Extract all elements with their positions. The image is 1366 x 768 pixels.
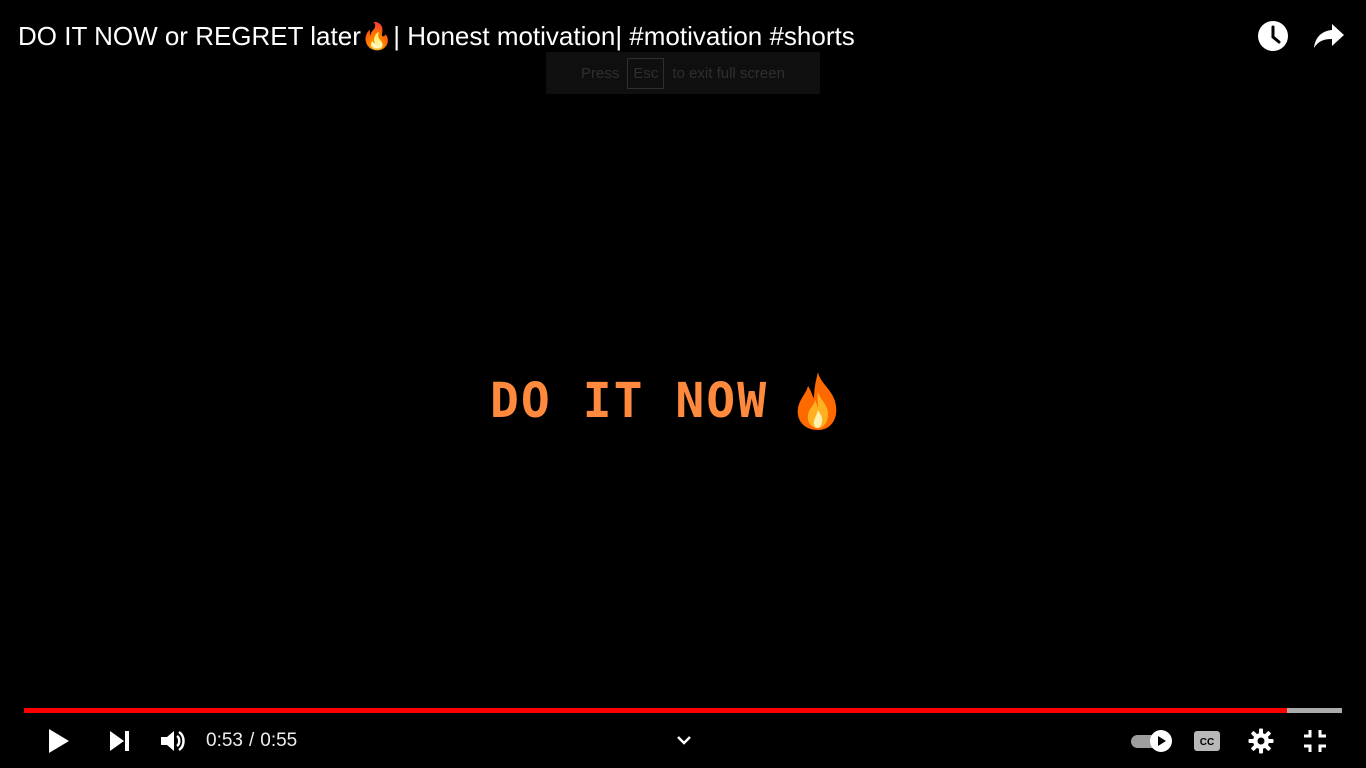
fullscreen-hint: Press Esc to exit full screen — [546, 52, 820, 94]
clock-icon — [1258, 21, 1288, 51]
video-caption: DO IT NOW — [490, 370, 846, 432]
video-player[interactable]: DO IT NOW DO IT NOW or REGRET later🔥| Ho… — [0, 0, 1366, 768]
autoplay-toggle-icon — [1131, 730, 1172, 752]
next-button[interactable] — [104, 718, 136, 764]
chevron-down-icon — [677, 736, 691, 745]
share-button[interactable] — [1312, 18, 1346, 54]
current-time: 0:53 — [206, 730, 243, 751]
fullscreen-hint-suffix: to exit full screen — [672, 64, 785, 82]
settings-button[interactable] — [1244, 718, 1278, 764]
gear-icon — [1248, 728, 1274, 754]
progress-bar[interactable] — [24, 708, 1342, 713]
fullscreen-hint-prefix: Press — [581, 64, 620, 82]
play-icon — [49, 729, 69, 753]
expand-button[interactable] — [670, 718, 698, 764]
exit-fullscreen-button[interactable] — [1298, 718, 1332, 764]
next-icon — [110, 731, 129, 751]
progress-played — [24, 708, 1287, 713]
player-controls: 0:53/0:55 CC — [0, 718, 1366, 764]
fullscreen-hint-key: Esc — [627, 57, 665, 89]
watch-later-button[interactable] — [1256, 18, 1290, 54]
top-actions — [1256, 18, 1346, 54]
time-separator: / — [248, 730, 255, 751]
autoplay-toggle[interactable] — [1128, 718, 1176, 764]
video-title[interactable]: DO IT NOW or REGRET later🔥| Honest motiv… — [18, 20, 855, 52]
exit-fullscreen-icon — [1304, 730, 1326, 752]
svg-text:CC: CC — [1200, 737, 1214, 748]
volume-icon — [161, 730, 185, 752]
mute-button[interactable] — [156, 718, 190, 764]
captions-button[interactable]: CC — [1190, 718, 1224, 764]
time-display: 0:53/0:55 — [206, 718, 297, 764]
fire-icon — [797, 372, 837, 430]
video-caption-text: DO IT NOW — [490, 373, 769, 429]
share-arrow-icon — [1314, 24, 1344, 48]
play-button[interactable] — [40, 718, 78, 764]
duration: 0:55 — [260, 730, 298, 751]
closed-captions-icon: CC — [1194, 731, 1220, 751]
